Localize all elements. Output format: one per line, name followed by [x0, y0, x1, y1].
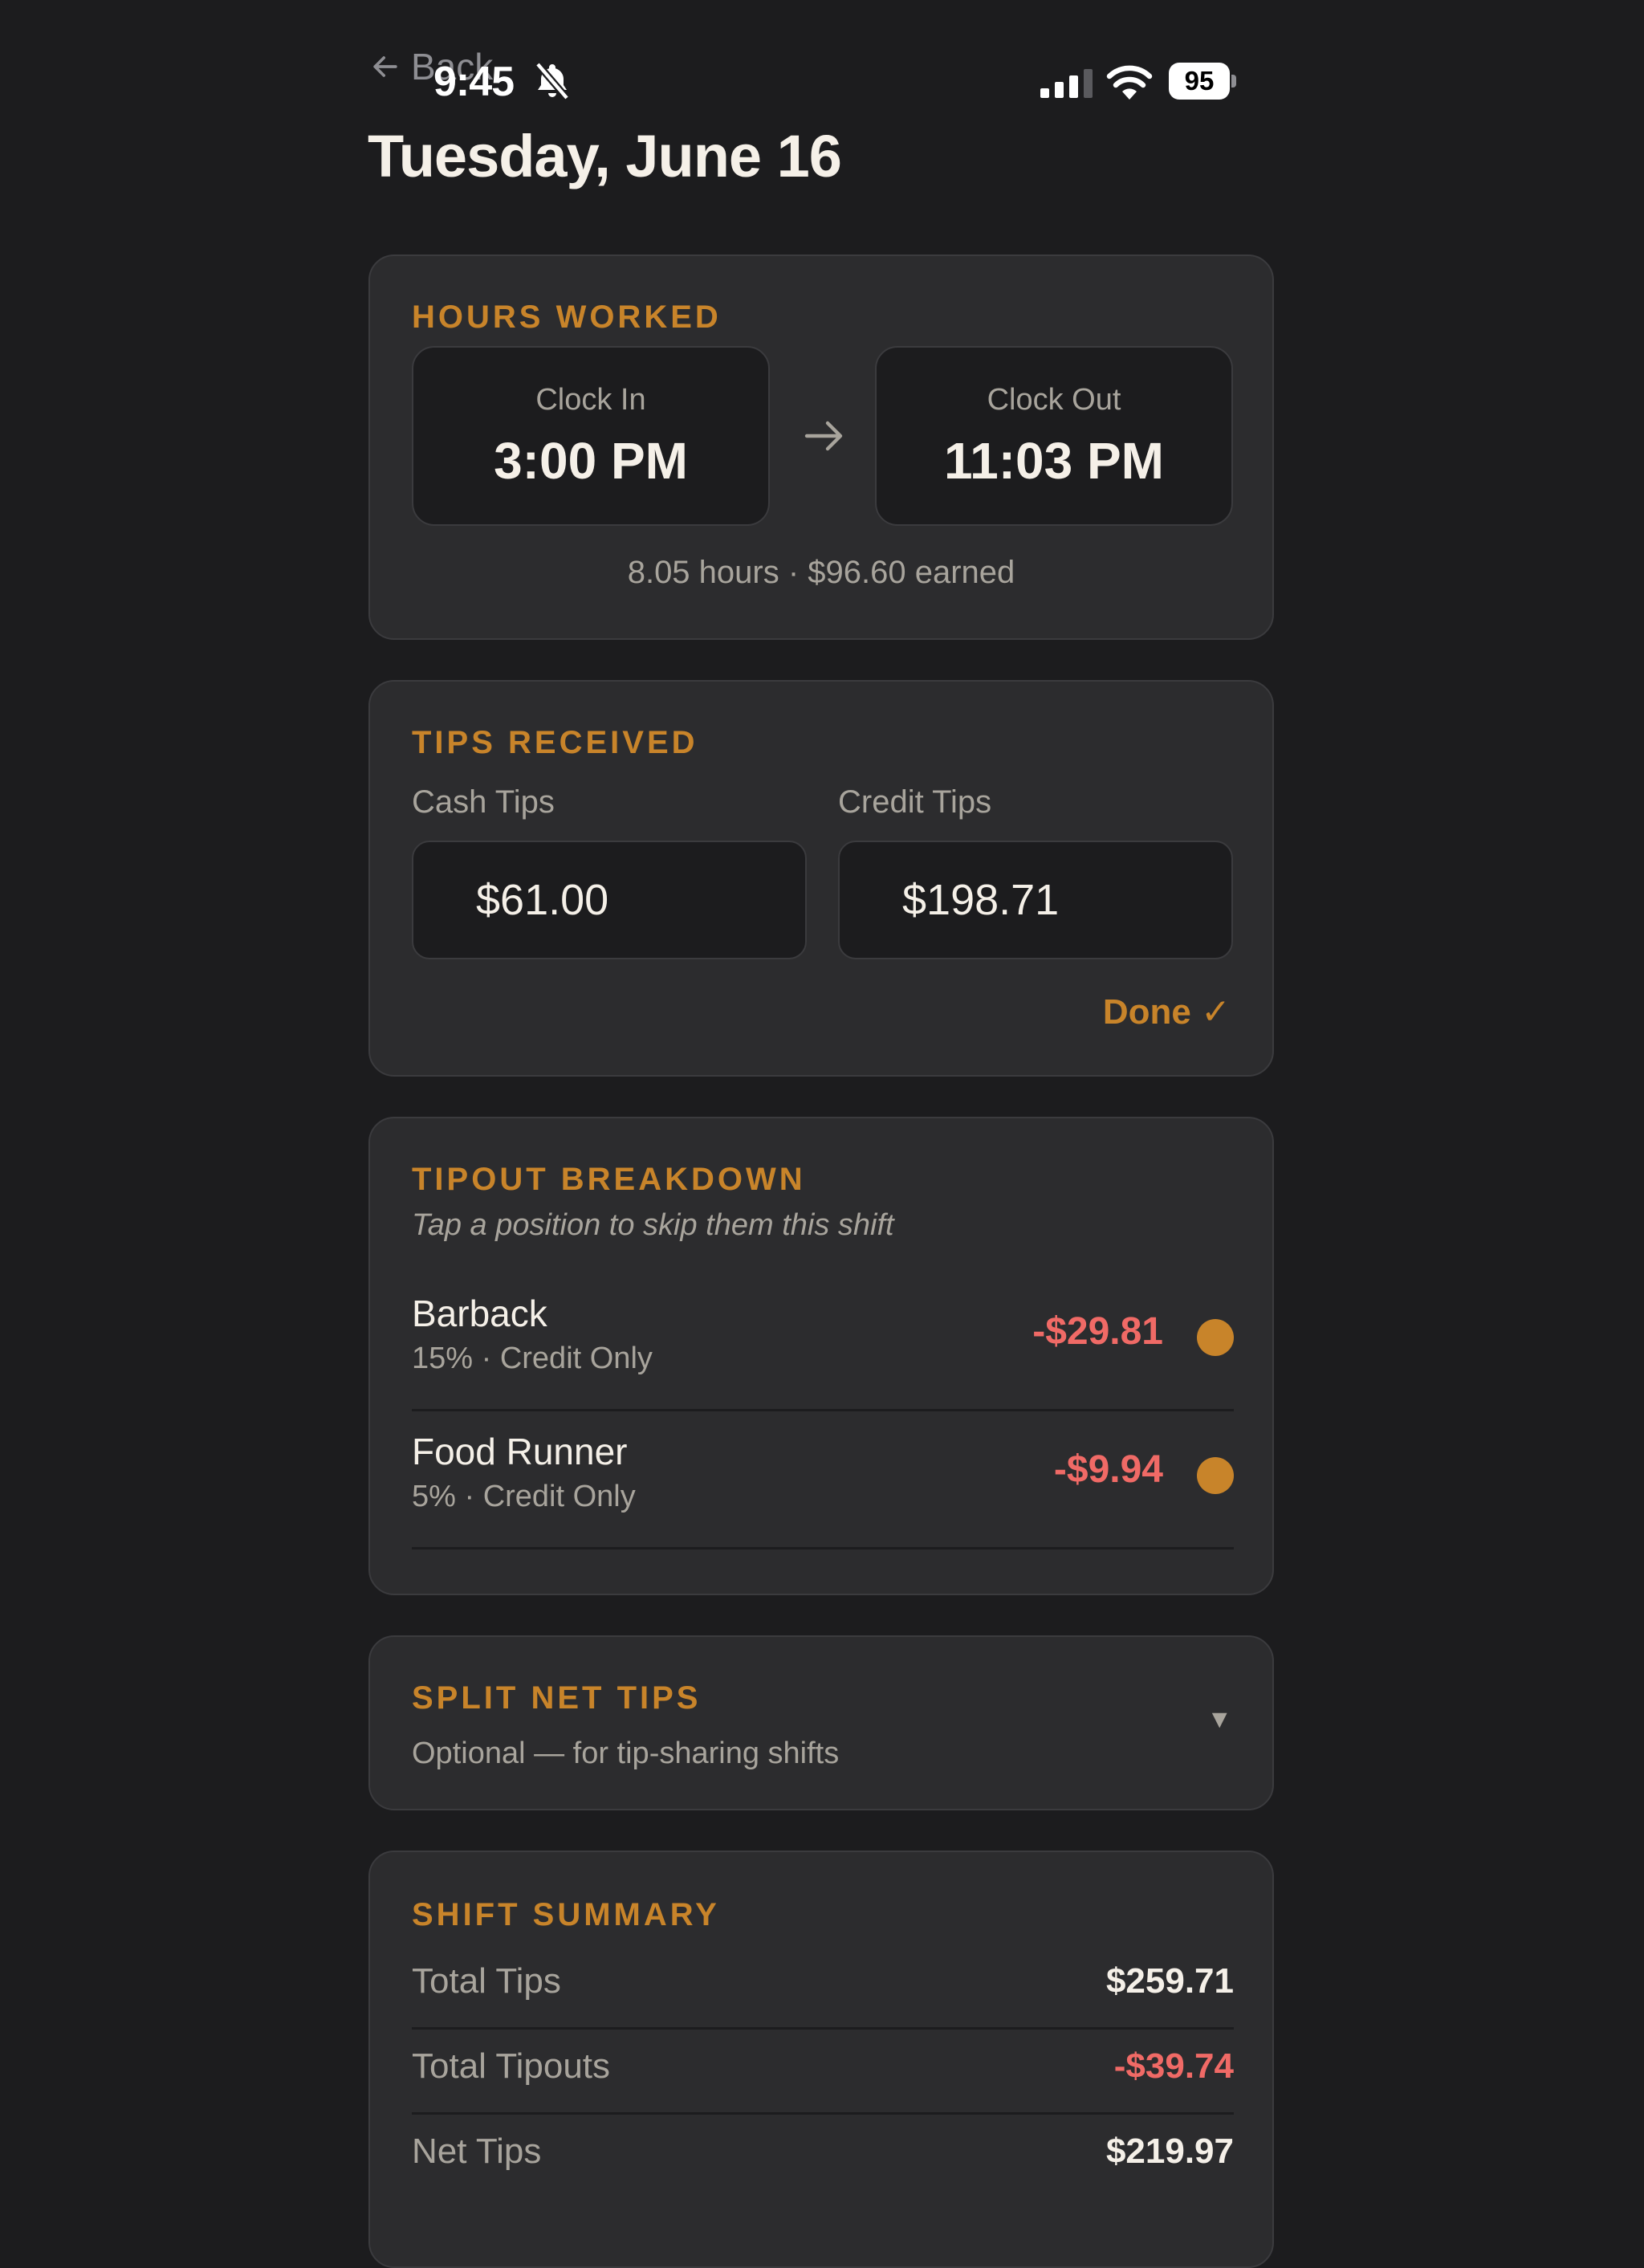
summary-value: $219.97 — [1105, 2132, 1234, 2171]
wifi-icon — [1106, 65, 1153, 100]
clock-in-button[interactable]: Clock In 3:00 PM — [412, 346, 770, 526]
tipout-section-label: TIPOUT BREAKDOWN — [412, 1162, 806, 1197]
chevron-down-icon[interactable]: ▼ — [1207, 1704, 1232, 1734]
tips-section-label: TIPS RECEIVED — [412, 725, 698, 760]
hours-section-label: HOURS WORKED — [412, 299, 722, 335]
summary-label: Total Tips — [412, 1961, 561, 2001]
tipout-position-meta: 5% · Credit Only — [412, 1480, 636, 1513]
tipout-position-name: Barback — [412, 1293, 547, 1334]
done-button[interactable]: Done ✓ — [1103, 991, 1231, 1032]
split-section-label: SPLIT NET TIPS — [412, 1680, 702, 1716]
tipout-row-food-runner[interactable]: Food Runner 5% · Credit Only -$9.94 — [412, 1409, 1234, 1549]
clock-in-label: Clock In — [535, 383, 646, 417]
tips-received-card: TIPS RECEIVED Cash Tips $61.00 Credit Ti… — [368, 680, 1274, 1077]
cellular-signal-icon — [1040, 69, 1093, 98]
summary-value: $259.71 — [1105, 1961, 1234, 2001]
split-subtitle: Optional — for tip-sharing shifts — [412, 1737, 840, 1770]
bell-slash-icon — [535, 62, 570, 100]
summary-section-label: SHIFT SUMMARY — [412, 1897, 720, 1932]
cash-tips-label: Cash Tips — [412, 784, 555, 820]
summary-row-net-tips: Net Tips $219.97 — [412, 2112, 1234, 2197]
hours-summary: 8.05 hours · $96.60 earned — [627, 555, 1015, 590]
cash-tips-input[interactable]: $61.00 — [412, 841, 807, 959]
tipout-position-meta: 15% · Credit Only — [412, 1342, 653, 1375]
battery-level: 95 — [1169, 63, 1230, 100]
tipout-breakdown-card: TIPOUT BREAKDOWN Tap a position to skip … — [368, 1117, 1274, 1595]
tipout-hint: Tap a position to skip them this shift — [412, 1208, 894, 1242]
page-title: Tuesday, June 16 — [368, 123, 842, 189]
arrow-left-icon — [373, 56, 397, 77]
credit-tips-label: Credit Tips — [838, 784, 992, 820]
summary-value: -$39.74 — [1113, 2046, 1234, 2086]
summary-row-total-tips: Total Tips $259.71 — [412, 1942, 1234, 2030]
battery-icon — [1231, 75, 1236, 88]
clock-in-value: 3:00 PM — [494, 432, 688, 490]
clock-out-label: Clock Out — [987, 383, 1121, 417]
tipout-amount: -$29.81 — [1032, 1310, 1163, 1353]
shift-summary-card: SHIFT SUMMARY Total Tips $259.71 Total T… — [368, 1851, 1274, 2268]
credit-tips-input[interactable]: $198.71 — [838, 841, 1233, 959]
summary-row-total-tipouts: Total Tipouts -$39.74 — [412, 2027, 1234, 2115]
clock-out-button[interactable]: Clock Out 11:03 PM — [875, 346, 1233, 526]
summary-label: Net Tips — [412, 2132, 542, 2171]
battery-indicator: 95 — [1169, 63, 1238, 100]
arrow-right-icon — [804, 421, 843, 451]
active-toggle-dot[interactable] — [1197, 1457, 1234, 1494]
active-toggle-dot[interactable] — [1197, 1319, 1234, 1356]
summary-label: Total Tipouts — [412, 2046, 611, 2086]
status-time: 9:45 — [433, 59, 515, 105]
tipout-row-barback[interactable]: Barback 15% · Credit Only -$29.81 — [412, 1271, 1234, 1411]
tipout-amount: -$9.94 — [1053, 1448, 1163, 1491]
hours-worked-card: HOURS WORKED Clock In 3:00 PM Clock Out … — [368, 254, 1274, 640]
clock-out-value: 11:03 PM — [944, 432, 1164, 490]
tipout-position-name: Food Runner — [412, 1431, 628, 1472]
split-net-tips-card[interactable]: SPLIT NET TIPS Optional — for tip-sharin… — [368, 1635, 1274, 1810]
